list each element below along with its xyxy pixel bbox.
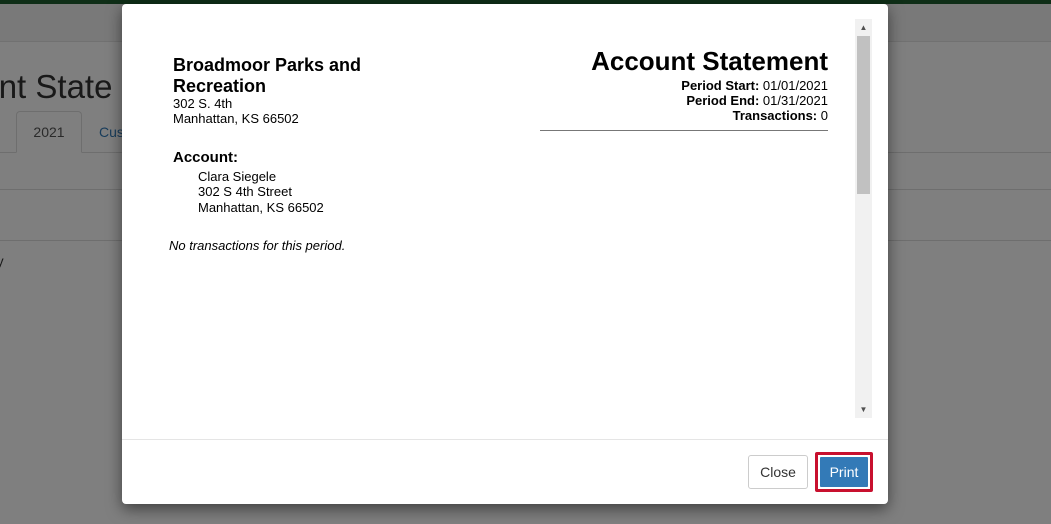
- statement-title: Account Statement: [591, 46, 828, 76]
- statement-modal: Broadmoor Parks and Recreation 302 S. 4t…: [122, 4, 888, 504]
- org-name: Broadmoor Parks and Recreation: [173, 55, 362, 96]
- account-address-line1: 302 S 4th Street: [198, 184, 292, 199]
- statement-body: Broadmoor Parks and Recreation 302 S. 4t…: [122, 4, 888, 440]
- org-address-line2: Manhattan, KS 66502: [173, 111, 299, 126]
- period-start-value: 01/01/2021: [762, 78, 828, 93]
- period-end-label: Period End:: [686, 93, 760, 108]
- account-name: Clara Siegele: [198, 169, 277, 184]
- period-start-label: Period Start:: [681, 78, 760, 93]
- transactions-label: Transactions:: [732, 108, 818, 123]
- period-start: Period Start: 01/01/2021: [681, 78, 828, 93]
- scroll-down-arrow-icon[interactable]: ▼: [855, 401, 872, 418]
- header-divider: [540, 130, 828, 131]
- empty-message: No transactions for this period.: [169, 238, 346, 253]
- period-end: Period End: 01/31/2021: [686, 93, 828, 108]
- transactions-value: 0: [820, 108, 828, 123]
- org-address-line1: 302 S. 4th: [173, 96, 233, 111]
- close-button[interactable]: Close: [748, 455, 808, 489]
- print-button-highlight[interactable]: Print: [815, 452, 873, 492]
- vertical-scrollbar[interactable]: ▲ ▼: [855, 19, 872, 418]
- print-button[interactable]: Print: [820, 457, 868, 487]
- transactions-count: Transactions: 0: [733, 108, 828, 123]
- scrollbar-thumb[interactable]: [857, 36, 870, 194]
- account-heading: Account:: [173, 149, 238, 166]
- period-end-value: 01/31/2021: [762, 93, 828, 108]
- scroll-up-arrow-icon[interactable]: ▲: [855, 19, 872, 36]
- account-address-line2: Manhattan, KS 66502: [198, 200, 324, 215]
